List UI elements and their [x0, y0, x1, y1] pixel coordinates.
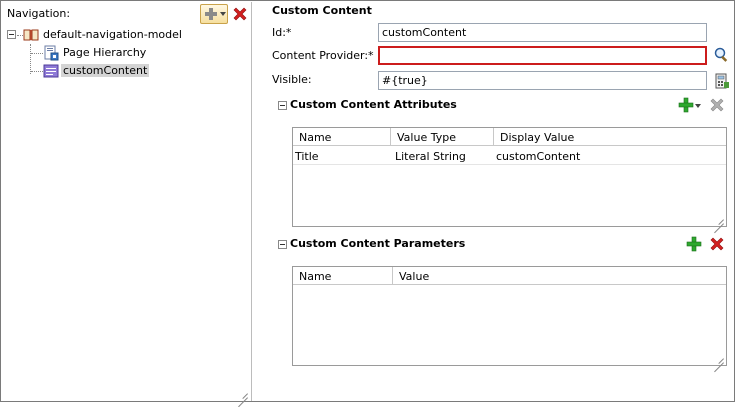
column-header-display-value[interactable]: Display Value	[494, 128, 726, 146]
visible-label: Visible:	[272, 73, 312, 86]
parameters-group-title: Custom Content Parameters	[290, 237, 466, 250]
content-provider-input[interactable]	[378, 46, 707, 65]
visible-input[interactable]	[378, 71, 707, 90]
search-icon[interactable]	[714, 47, 730, 63]
delete-attribute-icon[interactable]	[709, 97, 725, 113]
book-icon	[23, 29, 39, 41]
resize-grip-icon[interactable]	[714, 214, 724, 224]
navigation-title: Navigation:	[7, 7, 71, 20]
collapse-toggle-icon[interactable]	[7, 30, 16, 39]
chevron-down-icon	[220, 12, 226, 16]
table-header-row: Name Value	[293, 267, 726, 285]
table-row[interactable]: Title Literal String customContent	[293, 147, 726, 165]
expression-builder-icon[interactable]	[714, 73, 730, 89]
id-input[interactable]	[378, 23, 707, 42]
content-provider-label: Content Provider:*	[272, 49, 374, 62]
tree-node-label: customContent	[61, 64, 150, 77]
page-hierarchy-icon	[44, 45, 59, 61]
navigation-pane: Navigation: default-navigation-model Pag…	[2, 2, 251, 401]
id-label: Id:*	[272, 26, 292, 39]
add-node-button[interactable]	[200, 4, 228, 24]
delete-node-icon[interactable]	[232, 6, 248, 22]
add-parameter-icon[interactable]	[686, 236, 702, 252]
cell-display-value: customContent	[496, 150, 581, 163]
column-header-value-type[interactable]: Value Type	[391, 128, 494, 146]
chevron-down-icon[interactable]	[695, 104, 701, 108]
tree-connector	[31, 71, 43, 72]
column-header-name[interactable]: Name	[293, 267, 393, 285]
navigation-header: Navigation:	[2, 2, 251, 24]
column-header-value[interactable]: Value	[393, 267, 726, 285]
add-attribute-icon[interactable]	[678, 97, 694, 113]
tree-node-label: default-navigation-model	[43, 28, 182, 41]
tree-node-custom-content[interactable]: customContent	[2, 62, 251, 80]
tree-node-page-hierarchy[interactable]: Page Hierarchy	[2, 44, 251, 62]
tree-node-root[interactable]: default-navigation-model	[2, 26, 251, 44]
cell-name: Title	[295, 150, 319, 163]
add-icon	[205, 8, 217, 20]
section-title: Custom Content	[272, 4, 372, 17]
custom-content-icon	[43, 64, 59, 78]
tree-node-label: Page Hierarchy	[63, 46, 147, 59]
resize-grip-icon[interactable]	[714, 353, 724, 363]
application-window: Navigation: default-navigation-model Pag…	[0, 0, 735, 402]
collapse-parameters-toggle-icon[interactable]	[278, 240, 287, 249]
cell-value-type: Literal String	[395, 150, 466, 163]
collapse-attributes-toggle-icon[interactable]	[278, 101, 287, 110]
attributes-table: Name Value Type Display Value Title Lite…	[292, 127, 727, 227]
parameters-table: Name Value	[292, 266, 727, 366]
table-header-row: Name Value Type Display Value	[293, 128, 726, 146]
tree-connector	[31, 53, 43, 54]
column-header-name[interactable]: Name	[293, 128, 391, 146]
custom-content-form: Custom Content Id:* Content Provider:* V…	[252, 2, 735, 402]
resize-grip-icon[interactable]	[238, 388, 248, 398]
delete-parameter-icon[interactable]	[709, 236, 725, 252]
attributes-group-title: Custom Content Attributes	[290, 98, 457, 111]
